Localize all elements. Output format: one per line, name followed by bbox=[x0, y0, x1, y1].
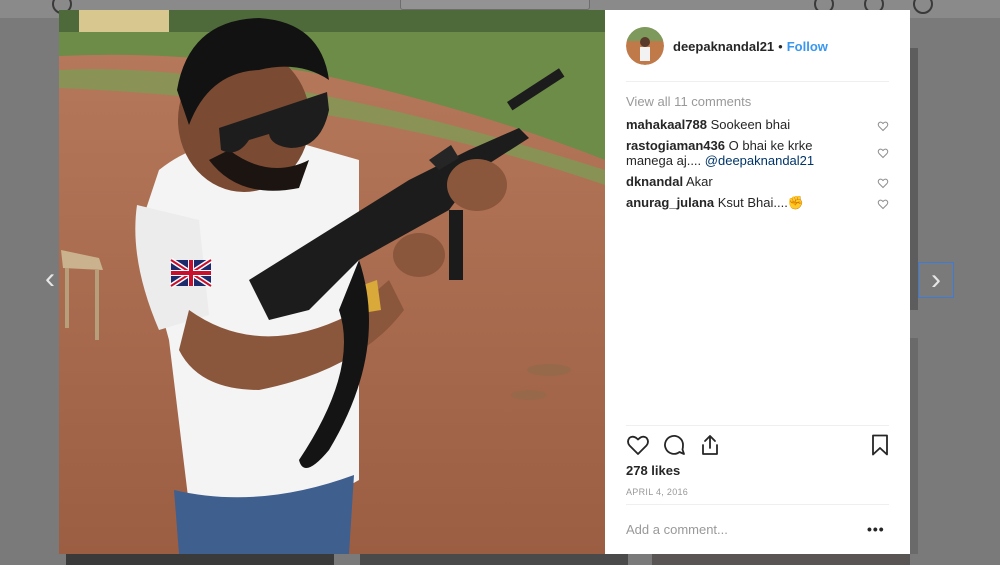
post-photo bbox=[59, 10, 605, 554]
background-post-tile bbox=[652, 554, 910, 565]
next-post-button[interactable]: › bbox=[918, 262, 954, 298]
comment-item: mahakaal788 Sookeen bhai bbox=[626, 117, 889, 132]
heart-icon[interactable] bbox=[626, 433, 650, 457]
heart-icon[interactable] bbox=[877, 198, 889, 210]
comment-mention-link[interactable]: @deepaknandal21 bbox=[705, 153, 814, 168]
comment-item: dknandal Akar bbox=[626, 174, 889, 189]
view-all-comments-link[interactable]: View all 11 comments bbox=[626, 94, 889, 109]
heart-icon[interactable] bbox=[877, 120, 889, 132]
background-post-tile bbox=[66, 554, 334, 565]
post-date: APRIL 4, 2016 bbox=[626, 487, 689, 497]
background-post-tile bbox=[910, 338, 918, 554]
profile-icon bbox=[913, 0, 933, 14]
avatar[interactable] bbox=[626, 27, 664, 65]
post-details-panel: deepaknandal21 • Follow View all 11 comm… bbox=[605, 10, 910, 554]
more-options-icon[interactable]: ••• bbox=[867, 521, 885, 537]
divider bbox=[626, 425, 889, 426]
background-post-tile bbox=[360, 554, 628, 565]
divider bbox=[626, 81, 889, 82]
heart-icon[interactable] bbox=[877, 177, 889, 189]
post-modal: deepaknandal21 • Follow View all 11 comm… bbox=[59, 10, 910, 554]
follow-button[interactable]: Follow bbox=[787, 39, 828, 54]
comment-item: rastogiaman436 O bhai ke krke manega aj.… bbox=[626, 138, 889, 168]
background-post-tile bbox=[910, 48, 918, 310]
avatar-image bbox=[626, 27, 664, 65]
share-icon[interactable] bbox=[698, 433, 722, 457]
comment-text: Sookeen bhai bbox=[710, 117, 791, 132]
comment-username[interactable]: mahakaal788 bbox=[626, 117, 707, 132]
comment-item: anurag_julana Ksut Bhai....✊ bbox=[626, 195, 889, 210]
likes-count[interactable]: 278 likes bbox=[626, 463, 680, 478]
add-comment-input[interactable] bbox=[626, 518, 851, 540]
chevron-right-icon: › bbox=[931, 263, 941, 296]
comment-username[interactable]: rastogiaman436 bbox=[626, 138, 725, 153]
photo-illustration bbox=[59, 10, 605, 554]
chevron-left-icon: ‹ bbox=[45, 262, 55, 295]
post-header: deepaknandal21 • Follow bbox=[605, 10, 910, 82]
post-actions bbox=[626, 433, 889, 459]
heart-icon[interactable] bbox=[877, 147, 889, 159]
comment-username[interactable]: anurag_julana bbox=[626, 195, 714, 210]
comment-text: Ksut Bhai....✊ bbox=[717, 195, 805, 210]
comment-icon[interactable] bbox=[662, 433, 686, 457]
comment-username[interactable]: dknandal bbox=[626, 174, 683, 189]
separator-dot: • bbox=[778, 38, 783, 54]
background-search-bar bbox=[400, 0, 590, 10]
post-username[interactable]: deepaknandal21 bbox=[673, 39, 774, 54]
bookmark-icon[interactable] bbox=[868, 433, 892, 457]
comments-list: View all 11 comments mahakaal788 Sookeen… bbox=[626, 94, 889, 216]
divider bbox=[626, 504, 889, 505]
comment-text: Akar bbox=[685, 174, 713, 189]
